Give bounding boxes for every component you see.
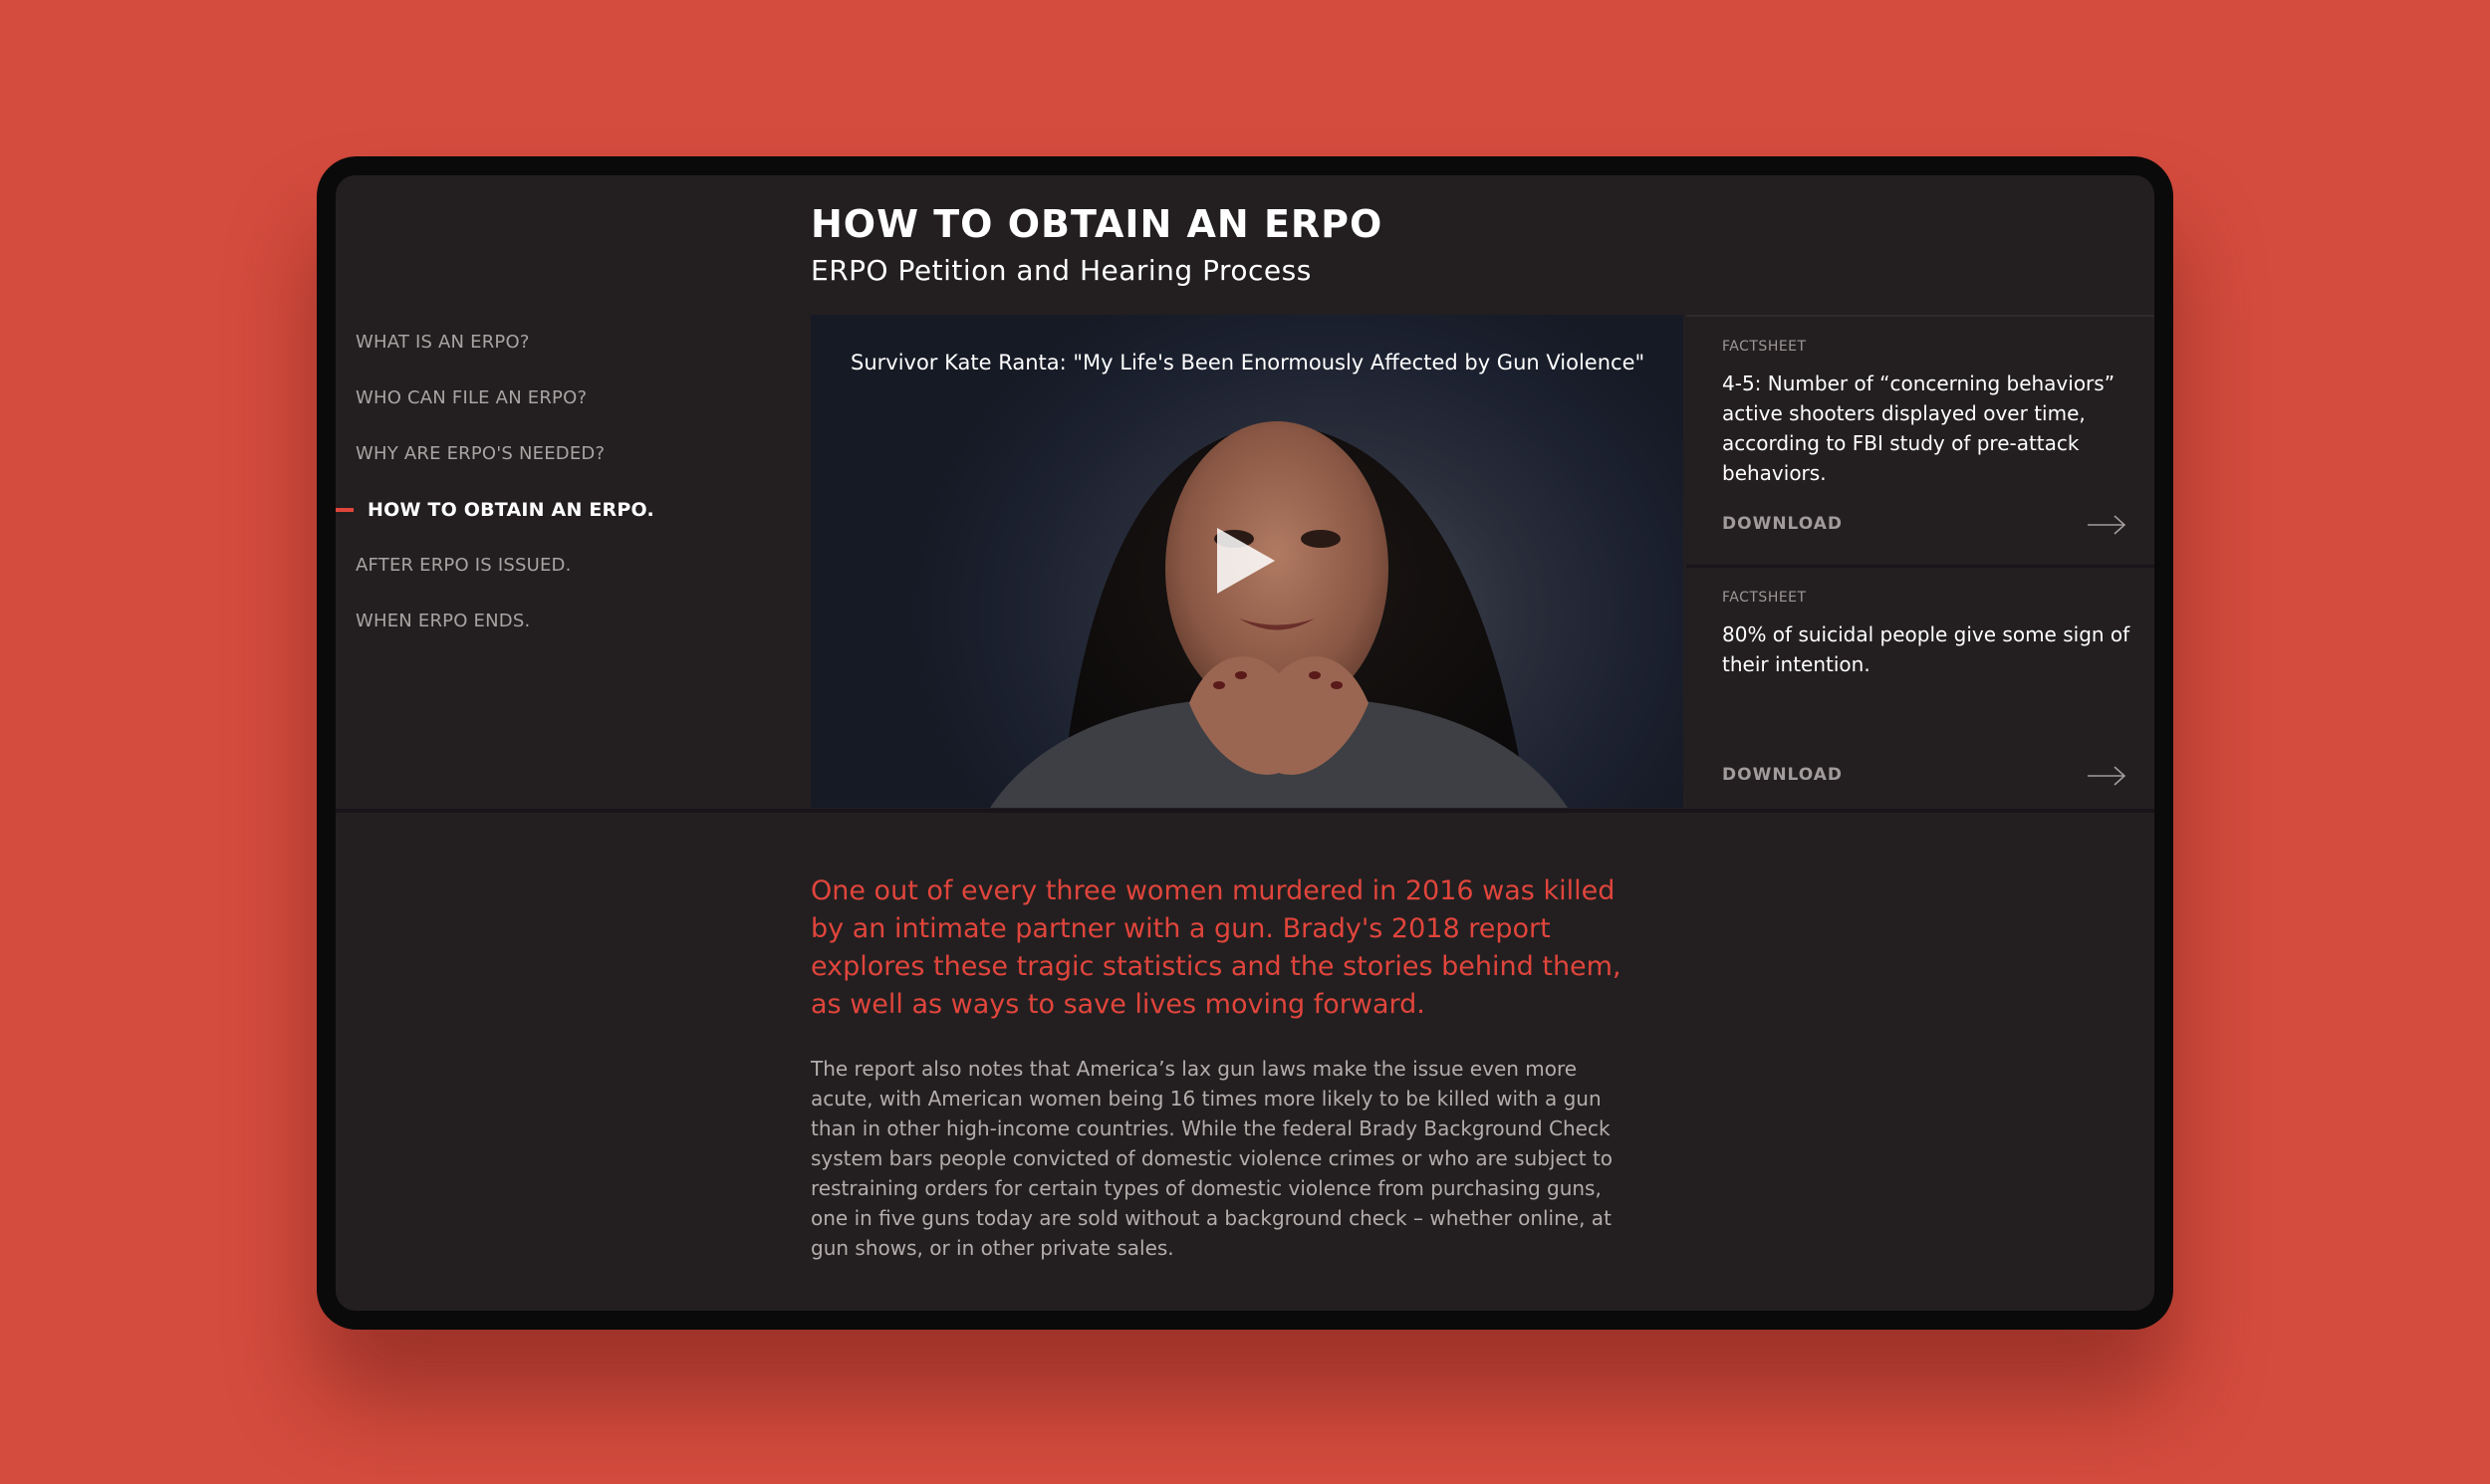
tablet-frame: What is an ERPO? Who can file an ERPO? W… bbox=[317, 156, 2173, 1330]
nav-item-label: What is an ERPO? bbox=[356, 332, 530, 353]
video-caption: Survivor Kate Ranta: "My Life's Been Eno… bbox=[851, 351, 1645, 374]
nav-item-who-can-file[interactable]: Who can file an ERPO? bbox=[336, 371, 794, 426]
nav-item-why-needed[interactable]: Why are ERPO's needed? bbox=[336, 426, 794, 482]
nav-item-label: Why are ERPO's needed? bbox=[356, 443, 606, 464]
article-lead: One out of every three women murdered in… bbox=[811, 875, 1621, 1020]
factsheet-card: FACTSHEET 4-5: Number of “concerning beh… bbox=[1686, 315, 2154, 564]
nav-item-what-is-erpo[interactable]: What is an ERPO? bbox=[336, 315, 794, 371]
factsheet-text: 4-5: Number of “concerning behaviors” ac… bbox=[1722, 371, 2116, 485]
section-nav: What is an ERPO? Who can file an ERPO? W… bbox=[336, 315, 794, 649]
section-divider bbox=[336, 809, 2154, 813]
video-player[interactable]: Survivor Kate Ranta: "My Life's Been Eno… bbox=[811, 315, 1683, 808]
factsheet-card: FACTSHEET 80% of suicidal people give so… bbox=[1686, 565, 2154, 815]
page-subtitle: ERPO Petition and Hearing Process bbox=[811, 254, 1312, 287]
nav-item-label: How to obtain an ERPO. bbox=[368, 499, 654, 521]
nav-item-when-ends[interactable]: When ERPO ends. bbox=[336, 594, 794, 649]
download-link[interactable]: DOWNLOAD bbox=[1722, 514, 1843, 534]
factsheet-label: FACTSHEET bbox=[1722, 590, 1807, 606]
download-link[interactable]: DOWNLOAD bbox=[1722, 765, 1843, 785]
nav-item-how-to-obtain[interactable]: How to obtain an ERPO. bbox=[336, 482, 794, 538]
play-icon[interactable] bbox=[1217, 528, 1275, 594]
factsheet-text: 80% of suicidal people give some sign of… bbox=[1722, 622, 2130, 676]
arrow-right-icon[interactable] bbox=[2087, 514, 2126, 536]
factsheet-label: FACTSHEET bbox=[1722, 339, 1807, 355]
arrow-right-icon[interactable] bbox=[2087, 765, 2126, 787]
nav-item-label: Who can file an ERPO? bbox=[356, 387, 588, 408]
nav-item-label: When ERPO ends. bbox=[356, 611, 531, 631]
nav-item-label: After ERPO is issued. bbox=[356, 555, 572, 576]
active-marker bbox=[336, 508, 354, 512]
page-title: HOW TO OBTAIN AN ERPO bbox=[811, 202, 1383, 246]
page-screen: What is an ERPO? Who can file an ERPO? W… bbox=[336, 175, 2154, 1311]
nav-item-after-issued[interactable]: After ERPO is issued. bbox=[336, 538, 794, 594]
article-body: The report also notes that America’s lax… bbox=[811, 1057, 1614, 1260]
